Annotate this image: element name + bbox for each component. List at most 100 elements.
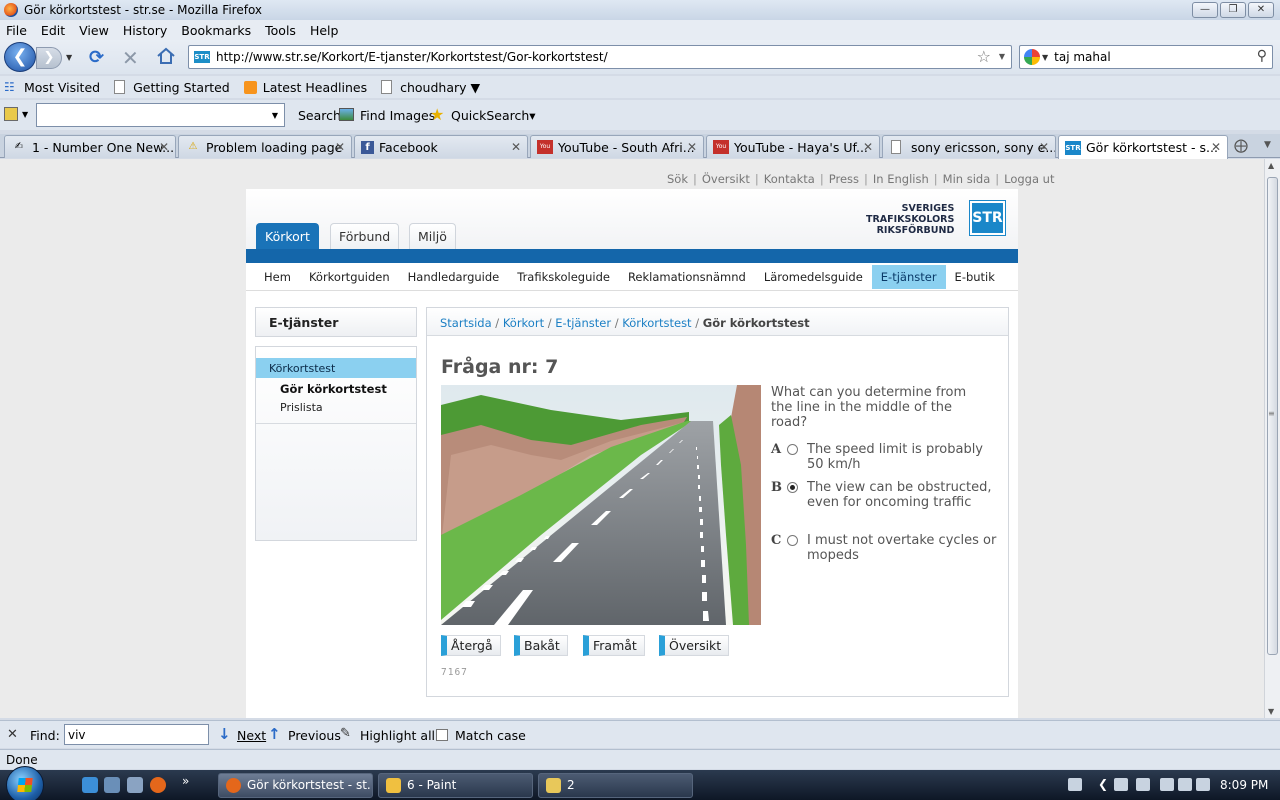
tab-close-icon[interactable]: ✕ [159,140,169,154]
home-icon[interactable] [156,46,176,66]
framat-button[interactable]: Framåt [583,635,645,656]
tab-2[interactable]: ⚠ Problem loading page ✕ [178,135,352,158]
highlight-all-button[interactable]: Highlight all [360,728,435,743]
start-button[interactable] [6,766,44,800]
atergå-button[interactable]: Återgå [441,635,501,656]
minimize-button[interactable]: — [1192,2,1218,18]
google-icon[interactable] [1024,49,1040,65]
match-case-checkbox[interactable] [436,729,448,741]
tray-expand-icon[interactable]: ❮ [1098,777,1108,791]
top-nav-sok[interactable]: Sök [667,172,688,186]
bookmark-most-visited[interactable]: ☷ Most Visited [4,80,100,95]
site-logo-text[interactable]: SVERIGES TRAFIKSKOLORS RIKSFÖRBUND [866,203,954,236]
stop-icon[interactable]: ✕ [122,46,139,70]
tab-close-icon[interactable]: ✕ [1211,140,1221,154]
task-firefox[interactable]: Gör körkortstest - st... [218,773,373,798]
main-tab-miljo[interactable]: Miljö [409,223,456,249]
find-previous-button[interactable]: Previous [288,728,341,743]
menu-history[interactable]: History [121,23,169,38]
tab-close-icon[interactable]: ✕ [687,140,697,154]
tab-3[interactable]: f Facebook ✕ [354,135,528,158]
option-c-radio[interactable] [787,535,798,546]
tab-5[interactable]: You YouTube - Haya's Uf... ✕ [706,135,880,158]
close-window-button[interactable]: ✕ [1248,2,1274,18]
breadcrumb-korkort[interactable]: Körkort [503,316,544,330]
oversikt-button[interactable]: Översikt [659,635,730,656]
search-bar[interactable]: ▼ ⚲ [1019,45,1273,69]
history-dropdown-icon[interactable]: ▼ [66,53,72,62]
subnav-laromedelsguide[interactable]: Läromedelsguide [755,265,872,289]
firefox-quicklaunch-icon[interactable] [150,777,166,793]
breadcrumb-startsida[interactable]: Startsida [440,316,492,330]
bookmark-getting-started[interactable]: Getting Started [114,80,230,95]
search-icon[interactable]: ⚲ [1257,48,1267,64]
subnav-e-butik[interactable]: E-butik [946,265,1004,289]
sidebar-item-prislista[interactable]: Prislista [280,401,323,414]
task-paint[interactable]: 6 - Paint [378,773,533,798]
top-nav-kontakta[interactable]: Kontakta [764,172,815,186]
find-close-icon[interactable]: ✕ [7,727,18,742]
option-b-radio[interactable] [787,482,798,493]
vertical-scrollbar[interactable]: ▲ ≡ ▼ [1264,159,1280,718]
site-identity-icon[interactable]: STR [194,51,210,63]
tray-status-icon[interactable] [1136,778,1150,791]
top-nav-logga-ut[interactable]: Logga ut [1004,172,1054,186]
reload-icon[interactable]: ⟳ [89,47,104,68]
breadcrumb-e-tjanster[interactable]: E-tjänster [555,316,611,330]
task-folder[interactable]: 2 [538,773,693,798]
menu-tools[interactable]: Tools [263,23,298,38]
tray-device-icon[interactable] [1160,778,1174,791]
subnav-reklamationsnamnd[interactable]: Reklamationsnämnd [619,265,755,289]
option-a-radio[interactable] [787,444,798,455]
tab-7-active[interactable]: STR Gör körkortstest - s... ✕ [1058,135,1228,159]
find-input[interactable] [64,724,209,745]
menu-edit[interactable]: Edit [39,23,67,38]
new-tab-icon[interactable]: ⨁ [1234,138,1248,154]
tray-app-icon[interactable] [1114,778,1128,791]
menu-view[interactable]: View [77,23,111,38]
tab-close-icon[interactable]: ✕ [335,140,345,154]
url-input[interactable] [216,50,956,64]
sidebar-item-korkortstest[interactable]: Körkortstest [256,358,416,378]
tab-6[interactable]: sony ericsson, sony e... ✕ [882,135,1056,158]
subnav-e-tjanster[interactable]: E-tjänster [871,264,946,289]
ie-icon[interactable] [82,777,98,793]
bookmark-choudhary[interactable]: choudhary ▼ [381,80,480,95]
main-tab-forbund[interactable]: Förbund [330,223,400,249]
toolbar-find-images-button[interactable]: Find Images [360,108,435,123]
search-engine-dropdown-icon[interactable]: ▼ [1042,53,1048,62]
top-nav-press[interactable]: Press [829,172,859,186]
tab-list-icon[interactable]: ▼ [1264,140,1271,150]
toolbar-film-icon[interactable] [4,107,18,121]
menu-bookmarks[interactable]: Bookmarks [179,23,253,38]
combo-dropdown-icon[interactable]: ▼ [272,111,278,120]
find-next-button[interactable]: Next [237,728,266,743]
toolbar-dropdown-icon[interactable]: ▼ [22,110,28,119]
show-desktop-icon[interactable] [104,777,120,793]
keyboard-icon[interactable] [1068,778,1082,791]
switch-windows-icon[interactable] [127,777,143,793]
arrow-down-icon[interactable]: ↓ [218,725,231,743]
breadcrumb-korkortstest[interactable]: Körkortstest [622,316,691,330]
scroll-down-icon[interactable]: ▼ [1268,707,1274,716]
subnav-trafikskoleguide[interactable]: Trafikskoleguide [508,265,619,289]
subnav-handledarguide[interactable]: Handledarguide [399,265,509,289]
url-bar[interactable]: STR ☆ ▼ [188,45,1012,69]
scroll-up-icon[interactable]: ▲ [1268,161,1274,170]
subnav-hem[interactable]: Hem [255,265,300,289]
search-input[interactable] [1054,50,1245,64]
bakat-button[interactable]: Bakåt [514,635,568,656]
site-logo[interactable]: STR [969,200,1006,236]
toolbar-search-button[interactable]: Search [298,108,341,123]
tab-close-icon[interactable]: ✕ [863,140,873,154]
main-tab-korkort[interactable]: Körkort [256,223,319,249]
bookmark-star-icon[interactable]: ☆ [977,47,991,66]
tab-4[interactable]: You YouTube - South Afri... ✕ [530,135,704,158]
tab-close-icon[interactable]: ✕ [511,140,521,154]
back-button[interactable]: ❮ [4,42,36,72]
url-dropdown-icon[interactable]: ▼ [999,52,1005,61]
volume-icon[interactable] [1196,778,1210,791]
toolbar-quicksearch-button[interactable]: QuickSearch▾ [451,108,536,123]
tab-close-icon[interactable]: ✕ [1039,140,1049,154]
maximize-button[interactable]: ❐ [1220,2,1246,18]
